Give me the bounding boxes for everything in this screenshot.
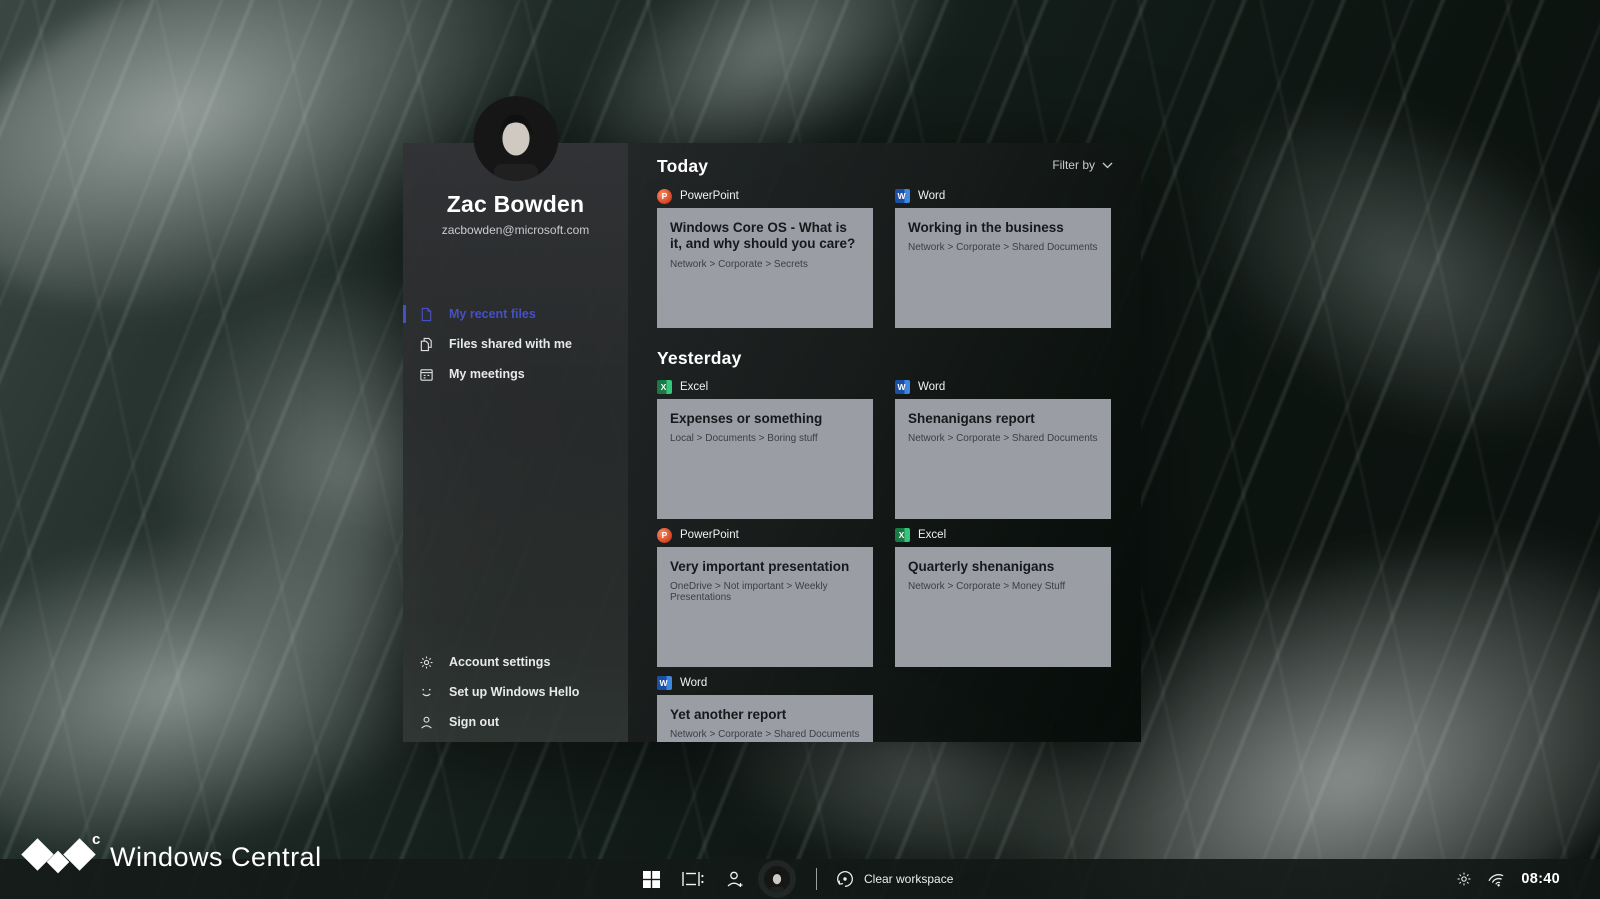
sidebar-item-label: Sign out: [449, 715, 499, 729]
file-title: Quarterly shenanigans: [908, 559, 1098, 575]
avatar: [764, 866, 790, 892]
profile-email: zacbowden@microsoft.com: [403, 223, 628, 237]
account-avatar-button[interactable]: [756, 859, 798, 899]
file-title: Expenses or something: [670, 411, 860, 427]
sidebar-item-my-recent-files[interactable]: My recent files: [403, 299, 628, 329]
yesterday-file-grid: X Excel Expenses or something Local > Do…: [657, 379, 1113, 742]
sidebar-item-my-meetings[interactable]: My meetings: [403, 359, 628, 389]
sidebar-item-label: My meetings: [449, 367, 525, 381]
file-card[interactable]: Shenanigans report Network > Corporate >…: [895, 399, 1111, 519]
sidebar-item-account-settings[interactable]: Account settings: [403, 647, 628, 677]
file-app-name: Excel: [680, 381, 708, 393]
taskbar-center-group: Clear workspace: [630, 859, 953, 899]
file-title: Very important presentation: [670, 559, 860, 575]
sidebar-item-label: Account settings: [449, 655, 550, 669]
file-app-name: Excel: [918, 529, 946, 541]
sidebar-nav: My recent files Files shared with me My …: [403, 299, 628, 389]
taskbar-tray: 08:40: [1456, 859, 1560, 899]
file-path: Network > Corporate > Shared Documents: [908, 433, 1098, 444]
gear-icon: [418, 654, 434, 670]
file-item: W Word Working in the business Network >…: [895, 188, 1111, 328]
clear-workspace-button[interactable]: Clear workspace: [835, 869, 953, 889]
file-card[interactable]: Expenses or something Local > Documents …: [657, 399, 873, 519]
profile-name: Zac Bowden: [403, 191, 628, 218]
file-item: X Excel Quarterly shenanigans Network > …: [895, 527, 1111, 667]
word-icon: W: [657, 676, 672, 690]
task-view-icon: [682, 870, 704, 888]
watermark-text: Windows Central: [110, 842, 322, 873]
filter-by-label: Filter by: [1052, 158, 1095, 172]
file-path: OneDrive > Not important > Weekly Presen…: [670, 581, 860, 603]
file-app-name: Word: [918, 190, 945, 202]
sidebar-footer: Account settings Set up Windows Hello: [403, 647, 628, 737]
file-app-name: PowerPoint: [680, 529, 739, 541]
calendar-icon: [418, 366, 434, 382]
file-path: Network > Corporate > Secrets: [670, 259, 860, 270]
file-app-name: Word: [680, 677, 707, 689]
sidebar-item-files-shared-with-me[interactable]: Files shared with me: [403, 329, 628, 359]
file-item: X Excel Expenses or something Local > Do…: [657, 379, 873, 519]
windows-hello-icon: [418, 684, 434, 700]
add-people-button[interactable]: [714, 859, 756, 899]
powerpoint-icon: P: [657, 189, 672, 204]
file-item: W Word Yet another report Network > Corp…: [657, 675, 873, 742]
file-card[interactable]: Quarterly shenanigans Network > Corporat…: [895, 547, 1111, 667]
file-title: Windows Core OS - What is it, and why sh…: [670, 220, 860, 253]
file-path: Network > Corporate > Shared Documents: [908, 242, 1098, 253]
file-path: Network > Corporate > Shared Documents: [670, 729, 860, 740]
recent-files-content: Filter by Today P PowerPoint Windows Cor…: [628, 143, 1141, 742]
excel-icon: X: [657, 380, 672, 394]
excel-icon: X: [895, 528, 910, 542]
file-path: Local > Documents > Boring stuff: [670, 433, 860, 444]
file-app-name: PowerPoint: [680, 190, 739, 202]
file-card[interactable]: Very important presentation OneDrive > N…: [657, 547, 873, 667]
taskbar-clock[interactable]: 08:40: [1521, 871, 1560, 887]
document-icon: [418, 306, 434, 322]
file-card[interactable]: Working in the business Network > Corpor…: [895, 208, 1111, 328]
today-file-grid: P PowerPoint Windows Core OS - What is i…: [657, 188, 1113, 328]
windows-logo-icon: [643, 871, 660, 888]
account-sidebar: Zac Bowden zacbowden@microsoft.com My re…: [403, 143, 628, 742]
active-indicator: [403, 305, 406, 323]
sidebar-item-label: Set up Windows Hello: [449, 685, 579, 699]
file-app-name: Word: [918, 381, 945, 393]
file-path: Network > Corporate > Money Stuff: [908, 581, 1098, 592]
copy-files-icon: [418, 336, 434, 352]
file-card[interactable]: Yet another report Network > Corporate >…: [657, 695, 873, 742]
logo-c-mark: c: [92, 831, 100, 848]
sidebar-item-label: Files shared with me: [449, 337, 572, 351]
task-view-button[interactable]: [672, 859, 714, 899]
file-item: W Word Shenanigans report Network > Corp…: [895, 379, 1111, 519]
file-card[interactable]: Windows Core OS - What is it, and why sh…: [657, 208, 873, 328]
wifi-icon[interactable]: [1485, 868, 1509, 890]
sidebar-item-sign-out[interactable]: Sign out: [403, 707, 628, 737]
file-title: Shenanigans report: [908, 411, 1098, 427]
avatar: [473, 96, 558, 181]
account-flyout-panel: Zac Bowden zacbowden@microsoft.com My re…: [403, 143, 1141, 742]
clear-workspace-icon: [835, 869, 855, 889]
sidebar-item-set-up-windows-hello[interactable]: Set up Windows Hello: [403, 677, 628, 707]
settings-gear-icon[interactable]: [1456, 871, 1472, 887]
chevron-down-icon: [1102, 162, 1113, 169]
clear-workspace-label: Clear workspace: [864, 872, 953, 886]
file-title: Working in the business: [908, 220, 1098, 236]
word-icon: W: [895, 380, 910, 394]
windows-central-watermark: c Windows Central: [22, 833, 322, 881]
sidebar-item-label: My recent files: [449, 307, 536, 321]
file-title: Yet another report: [670, 707, 860, 723]
section-title-today: Today: [657, 156, 1113, 177]
section-title-yesterday: Yesterday: [657, 348, 1113, 369]
word-icon: W: [895, 189, 910, 203]
add-person-icon: [725, 870, 745, 889]
person-icon: [418, 714, 434, 730]
start-button[interactable]: [630, 859, 672, 899]
windows-central-logo-icon: c: [22, 833, 94, 881]
file-item: P PowerPoint Very important presentation…: [657, 527, 873, 667]
powerpoint-icon: P: [657, 528, 672, 543]
file-item: P PowerPoint Windows Core OS - What is i…: [657, 188, 873, 328]
filter-by-dropdown[interactable]: Filter by: [1052, 158, 1113, 172]
taskbar-divider: [816, 868, 817, 890]
